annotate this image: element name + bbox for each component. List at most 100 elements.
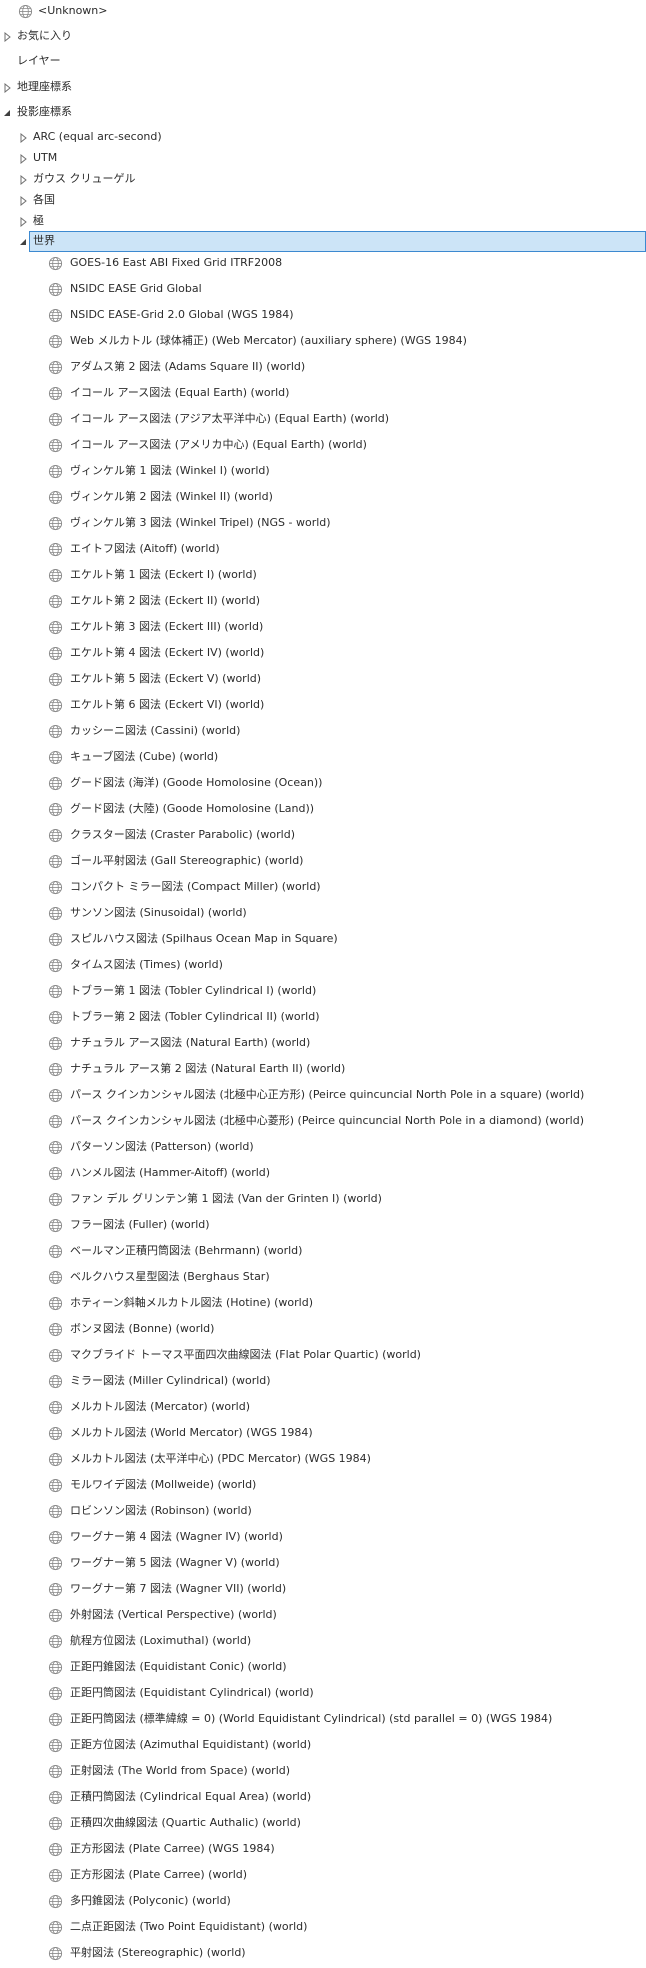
projection-item[interactable]: 正距円錐図法 (Equidistant Conic) (world) xyxy=(0,1657,646,1681)
globe-icon xyxy=(48,1010,63,1025)
projection-item[interactable]: NSIDC EASE Grid Global xyxy=(0,279,646,303)
projection-item[interactable]: 正距方位図法 (Azimuthal Equidistant) (world) xyxy=(0,1735,646,1759)
projection-item-label: メルカトル図法 (太平洋中心) (PDC Mercator) (WGS 1984… xyxy=(70,1452,371,1465)
projection-item[interactable]: モルワイデ図法 (Mollweide) (world) xyxy=(0,1475,646,1499)
projection-item[interactable]: ワーグナー第 4 図法 (Wagner IV) (world) xyxy=(0,1527,646,1551)
globe-icon xyxy=(48,1946,63,1961)
projection-item[interactable]: エケルト第 4 図法 (Eckert IV) (world) xyxy=(0,643,646,667)
projection-item[interactable]: ナチュラル アース第 2 図法 (Natural Earth II) (worl… xyxy=(0,1059,646,1083)
globe-icon xyxy=(48,802,63,817)
projection-item[interactable]: ファン デル グリンテン第 1 図法 (Van der Grinten I) (… xyxy=(0,1189,646,1213)
projection-item[interactable]: トブラー第 2 図法 (Tobler Cylindrical II) (worl… xyxy=(0,1007,646,1031)
projection-item[interactable]: メルカトル図法 (Mercator) (world) xyxy=(0,1397,646,1421)
projection-item[interactable]: イコール アース図法 (Equal Earth) (world) xyxy=(0,383,646,407)
projection-item[interactable]: ヴィンケル第 2 図法 (Winkel II) (world) xyxy=(0,487,646,511)
projection-item[interactable]: ゴール平射図法 (Gall Stereographic) (world) xyxy=(0,851,646,875)
projection-item[interactable]: エケルト第 6 図法 (Eckert VI) (world) xyxy=(0,695,646,719)
globe-icon xyxy=(48,646,63,661)
expand-arrow-icon[interactable] xyxy=(18,217,28,227)
projection-item[interactable]: ミラー図法 (Miller Cylindrical) (world) xyxy=(0,1371,646,1395)
projection-item[interactable]: Web メルカトル (球体補正) (Web Mercator) (auxilia… xyxy=(0,331,646,355)
projection-item[interactable]: コンパクト ミラー図法 (Compact Miller) (world) xyxy=(0,877,646,901)
projection-item[interactable]: NSIDC EASE-Grid 2.0 Global (WGS 1984) xyxy=(0,305,646,329)
projection-item[interactable]: ヴィンケル第 3 図法 (Winkel Tripel) (NGS - world… xyxy=(0,513,646,537)
globe-icon xyxy=(48,1920,63,1935)
projection-item[interactable]: 航程方位図法 (Loximuthal) (world) xyxy=(0,1631,646,1655)
projection-item[interactable]: ヴィンケル第 1 図法 (Winkel I) (world) xyxy=(0,461,646,485)
projection-item[interactable]: マクブライド トーマス平面四次曲線図法 (Flat Polar Quartic)… xyxy=(0,1345,646,1369)
projection-item[interactable]: パース クインカンシャル図法 (北極中心正方形) (Peirce quincun… xyxy=(0,1085,646,1109)
projection-item[interactable]: 正方形図法 (Plate Carree) (world) xyxy=(0,1865,646,1889)
collapse-arrow-icon[interactable] xyxy=(18,237,28,247)
projection-item[interactable]: フラー図法 (Fuller) (world) xyxy=(0,1215,646,1239)
projection-item[interactable]: ベールマン正積円筒図法 (Behrmann) (world) xyxy=(0,1241,646,1265)
projection-item[interactable]: 正積四次曲線図法 (Quartic Authalic) (world) xyxy=(0,1813,646,1837)
projection-item[interactable]: ナチュラル アース図法 (Natural Earth) (world) xyxy=(0,1033,646,1057)
projection-item[interactable]: パース クインカンシャル図法 (北極中心菱形) (Peirce quincunc… xyxy=(0,1111,646,1135)
projection-item[interactable]: エケルト第 3 図法 (Eckert III) (world) xyxy=(0,617,646,641)
globe-icon xyxy=(48,620,63,635)
projection-item[interactable]: タイムス図法 (Times) (world) xyxy=(0,955,646,979)
projection-item[interactable]: イコール アース図法 (アメリカ中心) (Equal Earth) (world… xyxy=(0,435,646,459)
expand-arrow-icon[interactable] xyxy=(18,175,28,185)
projection-item-label: ゴール平射図法 (Gall Stereographic) (world) xyxy=(70,854,304,867)
projection-item[interactable]: エケルト第 2 図法 (Eckert II) (world) xyxy=(0,591,646,615)
projection-item[interactable]: 多円錐図法 (Polyconic) (world) xyxy=(0,1891,646,1915)
projection-item[interactable]: ボンヌ図法 (Bonne) (world) xyxy=(0,1319,646,1343)
projection-item[interactable]: 正射図法 (The World from Space) (world) xyxy=(0,1761,646,1785)
projection-item[interactable]: ベルクハウス星型図法 (Berghaus Star) xyxy=(0,1267,646,1291)
projection-item[interactable]: キューブ図法 (Cube) (world) xyxy=(0,747,646,771)
projection-item[interactable]: 正方形図法 (Plate Carree) (WGS 1984) xyxy=(0,1839,646,1863)
projection-item[interactable]: 平射図法 (Stereographic) (world) xyxy=(0,1943,646,1967)
collapse-arrow-icon[interactable] xyxy=(2,108,12,118)
projection-item[interactable]: トブラー第 1 図法 (Tobler Cylindrical I) (world… xyxy=(0,981,646,1005)
projection-item[interactable]: エイトフ図法 (Aitoff) (world) xyxy=(0,539,646,563)
globe-icon xyxy=(48,1530,63,1545)
expand-arrow-icon[interactable] xyxy=(18,196,28,206)
projection-item[interactable]: メルカトル図法 (太平洋中心) (PDC Mercator) (WGS 1984… xyxy=(0,1449,646,1473)
tree-node-label: ガウス クリューゲル xyxy=(33,172,136,185)
tree-node-projected[interactable]: 投影座標系 xyxy=(0,102,646,126)
projection-item-label: ロビンソン図法 (Robinson) (world) xyxy=(70,1504,252,1517)
projection-item-label: 正距方位図法 (Azimuthal Equidistant) (world) xyxy=(70,1738,312,1751)
projection-item[interactable]: アダムス第 2 図法 (Adams Square II) (world) xyxy=(0,357,646,381)
projection-item[interactable]: カッシーニ図法 (Cassini) (world) xyxy=(0,721,646,745)
projection-item[interactable]: エケルト第 1 図法 (Eckert I) (world) xyxy=(0,565,646,589)
projection-item[interactable]: パターソン図法 (Patterson) (world) xyxy=(0,1137,646,1161)
globe-icon xyxy=(48,1842,63,1857)
globe-icon xyxy=(48,1452,63,1467)
expand-arrow-icon[interactable] xyxy=(2,83,12,93)
projection-item[interactable]: ロビンソン図法 (Robinson) (world) xyxy=(0,1501,646,1525)
projection-item[interactable]: グード図法 (海洋) (Goode Homolosine (Ocean)) xyxy=(0,773,646,797)
projection-item[interactable]: サンソン図法 (Sinusoidal) (world) xyxy=(0,903,646,927)
projection-item[interactable]: GOES-16 East ABI Fixed Grid ITRF2008 xyxy=(0,253,646,277)
projection-item[interactable]: ハンメル図法 (Hammer-Aitoff) (world) xyxy=(0,1163,646,1187)
tree-node-layers[interactable]: レイヤー xyxy=(0,51,646,75)
globe-icon xyxy=(48,1400,63,1415)
projection-item[interactable]: イコール アース図法 (アジア太平洋中心) (Equal Earth) (wor… xyxy=(0,409,646,433)
tree-node-favorites[interactable]: お気に入り xyxy=(0,26,646,50)
projection-item[interactable]: ワーグナー第 7 図法 (Wagner VII) (world) xyxy=(0,1579,646,1603)
projection-item[interactable]: 正距円筒図法 (Equidistant Cylindrical) (world) xyxy=(0,1683,646,1707)
expand-arrow-icon[interactable] xyxy=(2,32,12,42)
globe-icon xyxy=(48,1582,63,1597)
expand-arrow-icon[interactable] xyxy=(18,133,28,143)
projection-item[interactable]: 二点正距図法 (Two Point Equidistant) (world) xyxy=(0,1917,646,1941)
tree-item-unknown[interactable]: <Unknown> xyxy=(0,1,646,25)
projection-item[interactable]: スピルハウス図法 (Spilhaus Ocean Map in Square) xyxy=(0,929,646,953)
projection-item[interactable]: メルカトル図法 (World Mercator) (WGS 1984) xyxy=(0,1423,646,1447)
expand-arrow-icon[interactable] xyxy=(18,154,28,164)
tree-node-geographic[interactable]: 地理座標系 xyxy=(0,77,646,101)
projection-item[interactable]: エケルト第 5 図法 (Eckert V) (world) xyxy=(0,669,646,693)
projection-item[interactable]: ホティーン斜軸メルカトル図法 (Hotine) (world) xyxy=(0,1293,646,1317)
projection-item[interactable]: クラスター図法 (Craster Parabolic) (world) xyxy=(0,825,646,849)
globe-icon xyxy=(48,1218,63,1233)
tree-node-world-selected[interactable]: 世界 xyxy=(0,231,646,255)
projection-item[interactable]: 正積円筒図法 (Cylindrical Equal Area) (world) xyxy=(0,1787,646,1811)
globe-icon xyxy=(48,672,63,687)
projection-item-label: グード図法 (海洋) (Goode Homolosine (Ocean)) xyxy=(70,776,323,789)
projection-item[interactable]: グード図法 (大陸) (Goode Homolosine (Land)) xyxy=(0,799,646,823)
projection-item[interactable]: 正距円筒図法 (標準緯線 = 0) (World Equidistant Cyl… xyxy=(0,1709,646,1733)
projection-item[interactable]: ワーグナー第 5 図法 (Wagner V) (world) xyxy=(0,1553,646,1577)
projection-item[interactable]: 外射図法 (Vertical Perspective) (world) xyxy=(0,1605,646,1629)
